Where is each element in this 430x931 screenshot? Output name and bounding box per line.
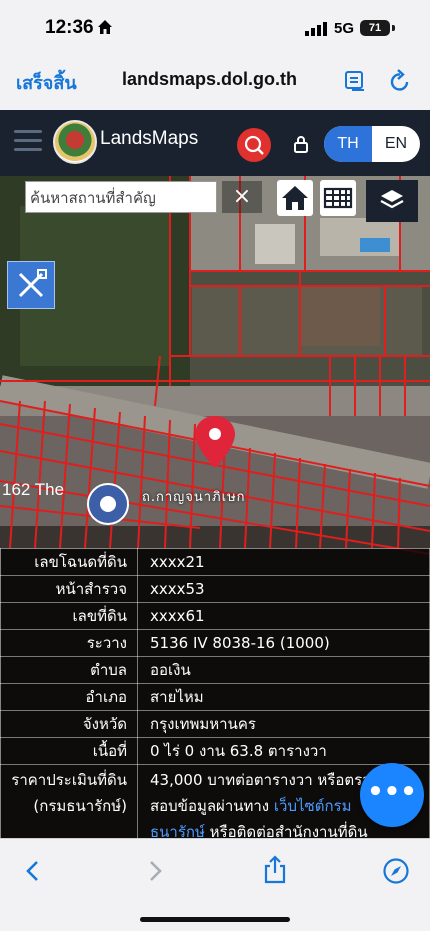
browser-top-bar: เสร็จสิ้น landsmaps.dol.go.th (0, 54, 430, 111)
lang-en-button[interactable]: EN (372, 126, 420, 162)
info-row: จังหวัด กรุงเทพมหานคร (0, 710, 430, 738)
info-row: ระวาง 5136 IV 8038-16 (1000) (0, 629, 430, 657)
compass-icon[interactable] (382, 857, 410, 885)
dol-logo (53, 120, 97, 164)
info-value: กรุงเทพมหานคร (137, 710, 430, 738)
status-time: 12:36 (45, 17, 94, 38)
battery-nub (392, 25, 395, 31)
info-row: หน้าสำรวจ xxxx53 (0, 575, 430, 603)
info-key: เนื้อที่ (0, 737, 138, 765)
draw-tool-button[interactable] (7, 261, 55, 309)
done-button[interactable]: เสร็จสิ้น (16, 68, 77, 97)
treasury-website-link[interactable]: เว็บไซต์กรม (274, 797, 352, 815)
home-icon (98, 20, 112, 34)
url-field[interactable]: landsmaps.dol.go.th (122, 69, 297, 90)
search-icon (244, 135, 264, 155)
info-value: xxxx61 (137, 602, 430, 630)
info-key: หน้าสำรวจ (0, 575, 138, 603)
grid-button[interactable] (320, 180, 356, 216)
info-key: เลขโฉนดที่ดิน (0, 548, 138, 576)
network-type: 5G (334, 20, 355, 37)
back-icon[interactable] (22, 859, 44, 883)
info-value: 5136 IV 8038-16 (1000) (137, 629, 430, 657)
info-value: 0 ไร่ 0 งาน 63.8 ตารางวา (137, 737, 430, 765)
info-row: เลขที่ดิน xxxx61 (0, 602, 430, 630)
info-key: ตำบล (0, 656, 138, 684)
menu-icon[interactable] (14, 130, 42, 157)
info-value: xxxx53 (137, 575, 430, 603)
layers-icon (380, 190, 404, 209)
share-icon[interactable] (262, 855, 288, 885)
treasury-link[interactable]: ธนารักษ์ (150, 823, 205, 838)
clear-search-button[interactable]: × (222, 181, 262, 213)
app-header: LandsMaps TH EN (0, 110, 430, 176)
info-key: จังหวัด (0, 710, 138, 738)
info-row: ตำบล ออเงิน (0, 656, 430, 684)
home-button[interactable] (277, 180, 313, 216)
map-view[interactable]: ค้นหาสถานที่สำคัญ × ถ.กาญจนาภิเษก 162 Th… (0, 176, 430, 838)
price-line2-text: สอบข้อมูลผ่านทาง (150, 797, 274, 815)
grid-icon (323, 187, 353, 209)
status-bar: 12:36 5G 71 (0, 0, 430, 54)
reload-icon[interactable] (389, 69, 411, 93)
map-road-label: ถ.กาญจนาภิเษก (142, 490, 246, 505)
home-indicator (140, 917, 290, 922)
info-key: ระวาง (0, 629, 138, 657)
info-key: เลขที่ดิน (0, 602, 138, 630)
info-key: อำเภอ (0, 683, 138, 711)
forward-icon[interactable] (144, 859, 166, 883)
signal-icon (305, 22, 327, 36)
language-toggle[interactable]: TH EN (324, 126, 420, 162)
info-row: เนื้อที่ 0 ไร่ 0 งาน 63.8 ตารางวา (0, 737, 430, 765)
info-value: สายไหม (137, 683, 430, 711)
browser-bottom-bar (0, 838, 430, 931)
info-value: xxxx21 (137, 548, 430, 576)
home-map-icon (282, 186, 308, 210)
search-button[interactable] (237, 128, 271, 162)
more-options-button[interactable]: ••• (360, 763, 424, 827)
price-key-line1: ราคาประเมินที่ดิน (11, 771, 127, 789)
lock-icon[interactable] (292, 134, 310, 154)
poi-label: 162 The (2, 480, 65, 499)
price-key-line2: (กรมธนารักษ์) (33, 797, 127, 815)
info-row: เลขโฉนดที่ดิน xxxx21 (0, 548, 430, 576)
price-key: ราคาประเมินที่ดิน (กรมธนารักษ์) (0, 764, 138, 838)
reader-icon[interactable] (344, 70, 366, 92)
price-line3-text: หรือติดต่อสำนักงานที่ดิน (204, 823, 368, 838)
layers-button[interactable] (366, 180, 418, 222)
place-search-input[interactable]: ค้นหาสถานที่สำคัญ (25, 181, 217, 213)
lang-th-button[interactable]: TH (324, 126, 372, 162)
battery-icon: 71 (360, 20, 390, 36)
info-row: อำเภอ สายไหม (0, 683, 430, 711)
brand-name: LandsMaps (100, 128, 199, 149)
ruler-pencil-icon (18, 269, 47, 298)
info-value: ออเงิน (137, 656, 430, 684)
